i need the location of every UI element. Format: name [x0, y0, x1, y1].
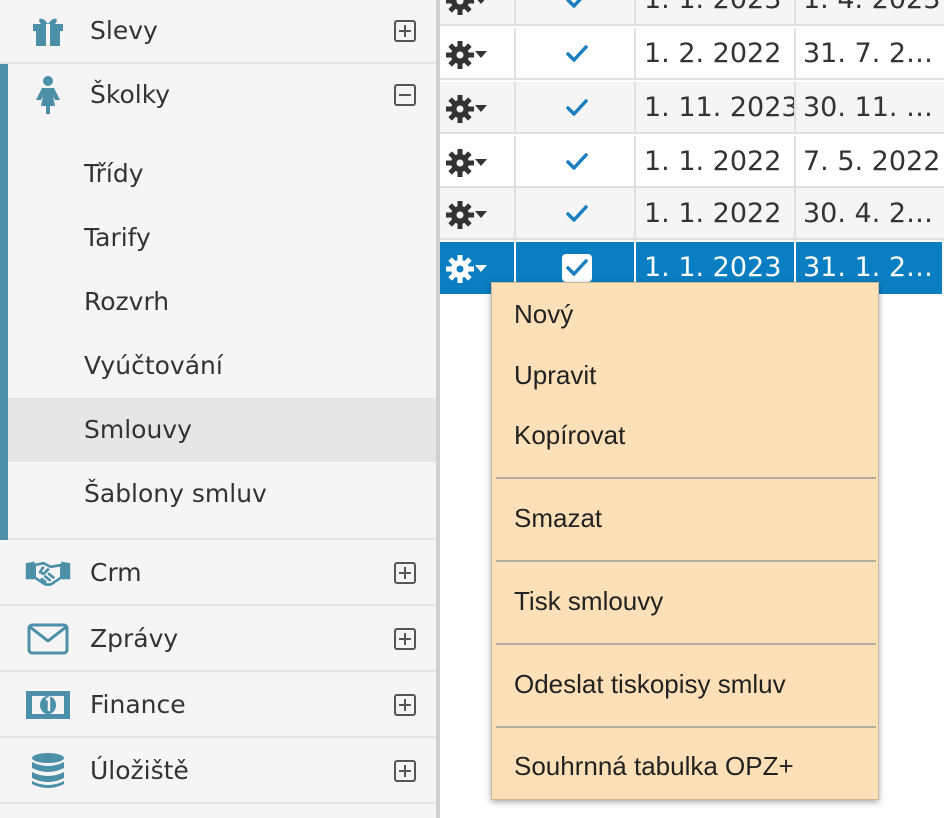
date-to-cell: 31. 7. 2022 — [803, 38, 944, 69]
sidebar-subitem-sablony-smluv[interactable]: Šablony smluv — [8, 462, 436, 526]
date-to-cell: 1. 4. 2023 — [796, 0, 944, 24]
contracts-table: 1. 1. 20231. 4. 20231. 2. 202231. 7. 202… — [440, 0, 944, 296]
checkmark-icon[interactable] — [562, 200, 592, 228]
expand-toggle-icon[interactable] — [394, 20, 416, 42]
table-row[interactable]: 1. 11. 202330. 11. 2023 — [440, 82, 944, 134]
gear-menu-icon[interactable] — [446, 148, 490, 178]
table-row[interactable]: 1. 1. 2022 7. 5. 2022 — [440, 136, 944, 188]
menu-separator — [496, 643, 876, 645]
table-row[interactable]: 1. 1. 20231. 4. 2023 — [440, 0, 944, 26]
row-actions-cell — [440, 0, 516, 24]
sidebar-subitem-smlouvy[interactable]: Smlouvy — [8, 398, 436, 462]
date-from-cell: 1. 1. 2022 — [636, 136, 796, 186]
row-actions-cell — [440, 28, 516, 78]
database-icon — [24, 752, 72, 790]
date-from-cell: 1. 2. 2022 — [636, 28, 796, 78]
sidebar-item-finance[interactable]: Finance — [0, 674, 436, 738]
sidebar-subitem-vyuctovani[interactable]: Vyúčtování — [8, 334, 436, 398]
expand-toggle-icon[interactable] — [394, 628, 416, 650]
menu-separator — [496, 477, 876, 479]
table-row[interactable]: 1. 2. 2022 31. 7. 2022 — [440, 28, 944, 80]
row-actions-cell — [440, 188, 516, 238]
sidebar-subitem-tridy[interactable]: Třídy — [8, 142, 436, 206]
date-from-cell: 1. 11. 2023 — [636, 82, 796, 132]
menu-item-upravit[interactable]: Upravit — [492, 355, 878, 395]
checkbox-cell — [516, 28, 636, 78]
date-from-cell: 1. 1. 2023 — [636, 0, 796, 24]
handshake-icon — [24, 554, 72, 592]
date-from-cell: 1. 1. 2022 — [636, 188, 796, 238]
sidebar: Slevy Školky Třídy Tarify Rozvrh Vyúčtov… — [0, 0, 436, 818]
checkmark-icon[interactable] — [562, 254, 592, 282]
expand-toggle-icon[interactable] — [394, 562, 416, 584]
sidebar-item-label: Zprávy — [90, 624, 179, 653]
checkbox-cell — [516, 0, 636, 24]
date-to-cell: 7. 5. 2022 — [803, 146, 941, 177]
gear-menu-icon[interactable] — [446, 200, 490, 230]
collapse-toggle-icon[interactable] — [394, 84, 416, 106]
sidebar-item-label: Slevy — [90, 16, 158, 45]
sidebar-subitem-tarify[interactable]: Tarify — [8, 206, 436, 270]
menu-separator — [496, 726, 876, 728]
sidebar-item-skolky[interactable]: Školky — [0, 64, 436, 128]
sidebar-group-skolky: Školky Třídy Tarify Rozvrh Vyúčtování Sm… — [0, 64, 436, 540]
sidebar-item-label: Finance — [90, 690, 186, 719]
checkbox-cell — [516, 188, 636, 238]
date-to-cell: 30. 11. 2023 — [803, 92, 944, 123]
gear-menu-icon[interactable] — [446, 94, 490, 124]
sidebar-item-label: Úložiště — [90, 756, 189, 785]
banknote-icon — [24, 686, 72, 724]
sidebar-item-label: Crm — [90, 558, 142, 587]
gear-menu-icon[interactable] — [446, 40, 490, 70]
checkbox-cell — [516, 136, 636, 186]
date-to-cell: 30. 4. 2022 — [803, 198, 944, 229]
expand-toggle-icon[interactable] — [394, 694, 416, 716]
checkmark-icon[interactable] — [562, 40, 592, 68]
sidebar-item-crm[interactable]: Crm — [0, 542, 436, 606]
gear-menu-icon[interactable] — [446, 254, 490, 284]
expand-toggle-icon[interactable] — [394, 760, 416, 782]
menu-item-smazat[interactable]: Smazat — [492, 498, 878, 538]
menu-item-novy[interactable]: Nový — [492, 294, 878, 334]
girl-icon — [24, 76, 72, 114]
row-actions-cell — [440, 136, 516, 186]
sidebar-item-slevy[interactable]: Slevy — [0, 0, 436, 64]
checkmark-icon[interactable] — [562, 94, 592, 122]
checkbox-cell — [516, 82, 636, 132]
sidebar-subitem-rozvrh[interactable]: Rozvrh — [8, 270, 436, 334]
envelope-icon — [24, 620, 72, 658]
checkmark-icon[interactable] — [562, 0, 592, 14]
table-row[interactable]: 1. 1. 2022 30. 4. 2022 — [440, 188, 944, 240]
menu-item-souhrnna-tabulka[interactable]: Souhrnná tabulka OPZ+ — [492, 746, 878, 786]
menu-item-odeslat-tiskopisy[interactable]: Odeslat tiskopisy smluv — [492, 664, 878, 704]
menu-item-tisk-smlouvy[interactable]: Tisk smlouvy — [492, 581, 878, 621]
checkmark-icon[interactable] — [562, 148, 592, 176]
menu-separator — [496, 560, 876, 562]
row-context-menu: Nový Upravit Kopírovat Smazat Tisk smlou… — [491, 282, 879, 800]
gift-icon — [24, 12, 72, 50]
menu-item-kopirovat[interactable]: Kopírovat — [492, 415, 878, 455]
row-actions-cell — [440, 82, 516, 132]
sidebar-item-uloziste[interactable]: Úložiště — [0, 740, 436, 804]
sidebar-item-zpravy[interactable]: Zprávy — [0, 608, 436, 672]
gear-menu-icon[interactable] — [446, 0, 490, 16]
active-group-accent — [0, 64, 8, 540]
sidebar-item-label: Školky — [90, 80, 171, 109]
